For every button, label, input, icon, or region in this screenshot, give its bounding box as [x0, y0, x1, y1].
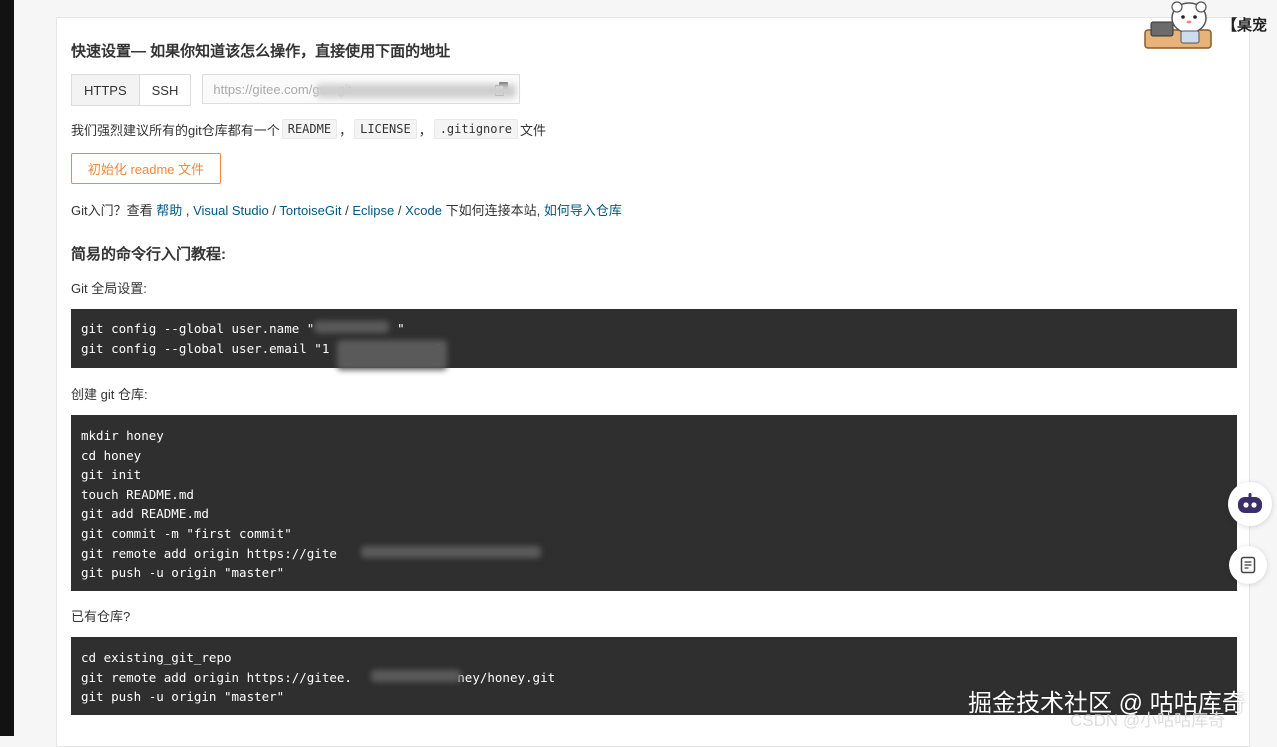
code-line: cd honey	[81, 447, 142, 463]
git-intro-mid: 下如何连接本站,	[441, 203, 544, 218]
redaction-email	[337, 340, 447, 370]
code-line: git push -u origin "master"	[81, 565, 285, 581]
notes-button[interactable]	[1229, 546, 1267, 584]
desktop-pet-label: 【桌宠	[1222, 17, 1268, 34]
visual-studio-link[interactable]: Visual Studio	[193, 203, 269, 218]
redaction-remote	[361, 546, 541, 558]
slash: /	[268, 203, 280, 218]
left-window-edge	[0, 0, 14, 736]
quick-setup-title: 快速设置— 如果你知道该怎么操作，直接使用下面的地址	[71, 43, 451, 60]
redaction-url	[316, 84, 516, 98]
tortoisegit-link[interactable]: TortoiseGit	[279, 203, 341, 218]
slash: /	[341, 203, 353, 218]
code-line: touch README.md	[81, 486, 194, 502]
gitignore-tag: .gitignore	[433, 119, 518, 139]
code-line: git remote add origin https://gite	[81, 545, 337, 561]
create-repo-code: mkdir honey cd honey git init touch READ…	[71, 415, 1237, 591]
xcode-link[interactable]: Xcode	[405, 203, 442, 218]
https-tab[interactable]: HTTPS	[71, 74, 140, 106]
recommend-prefix: 我们强烈建议所有的git仓库都有一个	[71, 122, 280, 138]
import-repo-link[interactable]: 如何导入仓库	[544, 203, 622, 218]
robot-icon	[1238, 493, 1262, 513]
license-tag: LICENSE	[354, 119, 417, 139]
code-line: git config --global user.name " "	[81, 321, 405, 336]
code-line: git commit -m "first commit"	[81, 525, 292, 541]
code-line: mkdir honey	[81, 428, 164, 443]
code-line: git init	[81, 467, 142, 483]
redaction-name	[314, 321, 389, 333]
eclipse-link[interactable]: Eclipse	[352, 203, 394, 218]
csdn-watermark: CSDN @小咕咕库奇	[1070, 711, 1226, 730]
recommend-separator: ，	[418, 122, 432, 138]
desktop-pet-mascot[interactable]	[1143, 0, 1219, 52]
slash: /	[394, 203, 406, 218]
help-link[interactable]: 帮助	[156, 203, 182, 218]
repo-empty-guide-card: 快速设置— 如果你知道该怎么操作，直接使用下面的地址 HTTPS SSH htt…	[56, 17, 1250, 747]
code-line: git add README.md	[81, 506, 209, 522]
init-readme-button[interactable]: 初始化 readme 文件	[71, 153, 221, 184]
code-line: git config --global user.email "1 m"	[81, 340, 443, 356]
recommend-suffix: 文件	[519, 122, 546, 138]
recommend-separator: ，	[339, 122, 353, 138]
readme-tag: README	[281, 119, 338, 139]
git-intro-prefix: Git入门？查看	[71, 203, 157, 218]
global-settings-code: git config --global user.name " " git co…	[71, 309, 1237, 368]
git-intro-text: Git入门？查看 帮助 , Visual Studio / TortoiseGi…	[71, 200, 622, 219]
tutorial-title: 简易的命令行入门教程:	[71, 246, 226, 263]
existing-repo-label: 已有仓库?	[71, 609, 131, 624]
git-intro-sep: ,	[182, 203, 194, 218]
ssh-tab[interactable]: SSH	[139, 74, 192, 106]
global-settings-label: Git 全局设置:	[71, 281, 147, 296]
recommend-files-text: 我们强烈建议所有的git仓库都有一个 README ， LICENSE ， .g…	[71, 119, 546, 139]
create-repo-label: 创建 git 仓库:	[71, 387, 148, 402]
ai-assistant-button[interactable]	[1228, 482, 1272, 526]
notepad-icon	[1240, 556, 1256, 574]
redaction-existing-remote	[371, 670, 461, 682]
code-line: cd existing_git_repo	[81, 650, 232, 665]
